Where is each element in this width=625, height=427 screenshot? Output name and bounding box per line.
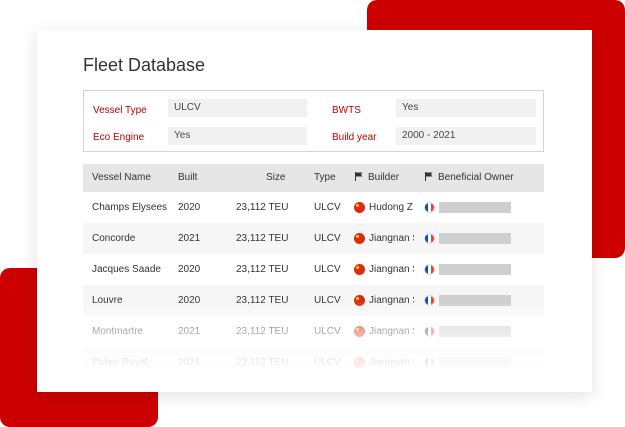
fleet-database-card: Fleet Database Vessel Type ULCV BWTS Yes… <box>37 30 592 392</box>
builder-cell: Hudong Z <box>369 202 413 213</box>
filter-eco-engine[interactable]: Yes <box>168 127 307 145</box>
filter-vessel-type[interactable]: ULCV <box>168 99 307 117</box>
china-flag-icon <box>354 326 365 337</box>
redacted-owner-bar <box>439 295 511 306</box>
vessel-name-cell: Concorde <box>92 233 136 244</box>
table-row[interactable]: Louvre 2020 23,112 TEU ULCV Jiangnan S <box>83 285 544 316</box>
table-header: Vessel Name Built Size Type Builder Bene… <box>83 164 544 192</box>
column-header-builder-label: Builder <box>368 172 400 183</box>
france-flag-icon <box>424 264 435 275</box>
vessel-name-cell: Champs Elysees <box>92 202 168 213</box>
filter-label-build-year: Build year <box>332 132 377 143</box>
built-cell: 2021 <box>178 233 201 244</box>
china-flag-icon <box>354 202 365 213</box>
filter-bwts[interactable]: Yes <box>396 99 536 117</box>
built-cell: 2020 <box>178 264 201 275</box>
filter-build-year[interactable]: 2000 - 2021 <box>396 127 536 145</box>
type-cell: ULCV <box>314 202 341 213</box>
built-cell: 2021 <box>178 357 201 368</box>
table-row[interactable]: Palais Royal 2021 23,112 TEU ULCV Jiangn… <box>83 347 544 378</box>
filter-label-eco-engine: Eco Engine <box>93 132 145 143</box>
china-flag-icon <box>354 357 365 368</box>
france-flag-icon <box>424 233 435 244</box>
builder-cell: Jiangnan S <box>369 326 414 337</box>
flag-icon <box>425 172 433 181</box>
type-cell: ULCV <box>314 264 341 275</box>
vessel-name-cell: Montmartre <box>92 326 144 337</box>
column-header-type[interactable]: Type <box>314 164 336 192</box>
france-flag-icon <box>424 202 435 213</box>
china-flag-icon <box>354 233 365 244</box>
built-cell: 2020 <box>178 202 201 213</box>
column-header-vessel-name[interactable]: Vessel Name <box>92 164 151 192</box>
china-flag-icon <box>354 295 365 306</box>
france-flag-icon <box>424 357 435 368</box>
size-cell: 23,112 TEU <box>236 202 289 213</box>
filter-label-bwts: BWTS <box>332 105 361 116</box>
redacted-owner-bar <box>439 233 511 244</box>
builder-cell: Jiangnan S <box>369 264 414 275</box>
vessel-table-body: Champs Elysees 2020 23,112 TEU ULCV Hudo… <box>83 192 544 378</box>
table-row[interactable]: Jacques Saade 2020 23,112 TEU ULCV Jiang… <box>83 254 544 285</box>
filter-label-vessel-type: Vessel Type <box>93 105 147 116</box>
type-cell: ULCV <box>314 357 341 368</box>
vessel-name-cell: Louvre <box>92 295 123 306</box>
built-cell: 2020 <box>178 295 201 306</box>
china-flag-icon <box>354 264 365 275</box>
table-row[interactable]: Champs Elysees 2020 23,112 TEU ULCV Hudo… <box>83 192 544 223</box>
size-cell: 23,112 TEU <box>236 233 289 244</box>
filter-panel: Vessel Type ULCV BWTS Yes Eco Engine Yes… <box>83 90 544 152</box>
builder-cell: Jiangnan S <box>369 295 414 306</box>
page-title: Fleet Database <box>83 55 206 75</box>
france-flag-icon <box>424 295 435 306</box>
vessel-name-cell: Palais Royal <box>92 357 148 368</box>
redacted-owner-bar <box>439 357 511 368</box>
column-header-builder[interactable]: Builder <box>355 164 399 192</box>
france-flag-icon <box>424 326 435 337</box>
vessel-name-cell: Jacques Saade <box>92 264 161 275</box>
column-header-owner-label: Beneficial Owner <box>438 172 514 183</box>
size-cell: 23,112 TEU <box>236 264 289 275</box>
built-cell: 2021 <box>178 326 201 337</box>
type-cell: ULCV <box>314 326 341 337</box>
column-header-size[interactable]: Size <box>266 164 285 192</box>
builder-cell: Jiangnan S <box>369 357 414 368</box>
column-header-built[interactable]: Built <box>178 164 197 192</box>
size-cell: 23,112 TEU <box>236 295 289 306</box>
size-cell: 23,112 TEU <box>236 326 289 337</box>
builder-cell: Jiangnan S <box>369 233 414 244</box>
column-header-beneficial-owner[interactable]: Beneficial Owner <box>425 164 514 192</box>
type-cell: ULCV <box>314 233 341 244</box>
table-row[interactable]: Montmartre 2021 23,112 TEU ULCV Jiangnan… <box>83 316 544 347</box>
redacted-owner-bar <box>439 202 511 213</box>
type-cell: ULCV <box>314 295 341 306</box>
table-row[interactable]: Concorde 2021 23,112 TEU ULCV Jiangnan S <box>83 223 544 254</box>
flag-icon <box>355 172 363 181</box>
redacted-owner-bar <box>439 326 511 337</box>
redacted-owner-bar <box>439 264 511 275</box>
size-cell: 23,112 TEU <box>236 357 289 368</box>
